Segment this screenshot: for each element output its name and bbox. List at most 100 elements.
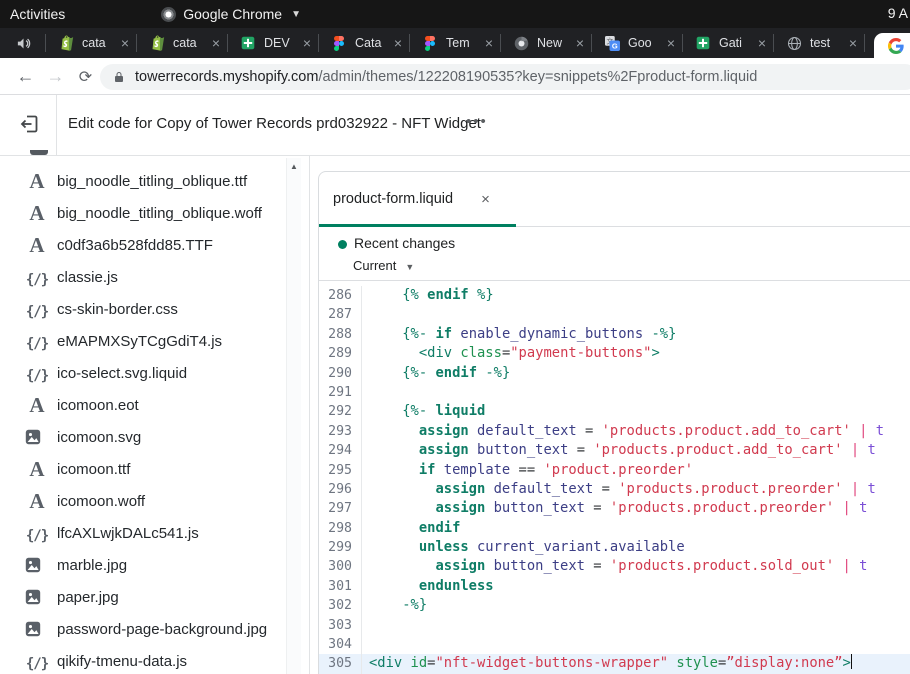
token bbox=[469, 442, 477, 458]
line-content: <div id="nft-widget-buttons-wrapper" sty… bbox=[362, 654, 852, 673]
tab-close-icon[interactable]: × bbox=[667, 35, 675, 51]
token: style bbox=[676, 655, 718, 671]
token bbox=[369, 365, 402, 381]
editor-card: product-form.liquid × Recent changes Cur… bbox=[318, 171, 910, 674]
line-number: 291 bbox=[319, 383, 362, 402]
tab-close-icon[interactable]: × bbox=[758, 35, 766, 51]
token: | bbox=[843, 500, 851, 516]
token bbox=[485, 500, 493, 516]
browser-tab-gati[interactable]: Gati× bbox=[683, 28, 774, 58]
version-dropdown[interactable]: Current▼ bbox=[353, 258, 414, 273]
file-name: icomoon.ttf bbox=[57, 461, 130, 478]
token: -%} bbox=[485, 365, 510, 381]
tab-close-icon[interactable]: × bbox=[121, 35, 129, 51]
tab-title: cata bbox=[82, 36, 117, 50]
token bbox=[867, 423, 875, 439]
screen: { "topbar": { "activities": "Activities"… bbox=[0, 0, 910, 674]
token bbox=[602, 500, 610, 516]
line-content bbox=[362, 635, 369, 654]
lock-icon bbox=[113, 70, 125, 84]
token bbox=[485, 558, 493, 574]
browser-tab-cata[interactable]: cata× bbox=[137, 28, 228, 58]
tab-close-icon[interactable]: × bbox=[576, 35, 584, 51]
url-path: /admin/themes/122208190535?key=snippets%… bbox=[318, 69, 757, 85]
file-item-qikify-tmenu-data.js[interactable]: {/}qikify-tmenu-data.js bbox=[0, 645, 309, 674]
chrome-app-menu[interactable]: Google Chrome ▼ bbox=[161, 6, 301, 22]
browser-tab-test[interactable]: test× bbox=[774, 28, 865, 58]
token bbox=[469, 539, 477, 555]
tab-close-icon[interactable]: × bbox=[849, 35, 857, 51]
more-options-button[interactable]: ••• bbox=[466, 113, 488, 130]
exit-code-editor-button[interactable] bbox=[16, 111, 42, 137]
browser-tab-dev[interactable]: DEV× bbox=[228, 28, 319, 58]
file-item-icomoon.ttf[interactable]: Aicomoon.ttf bbox=[0, 453, 309, 485]
editor-tab-row: product-form.liquid × bbox=[319, 172, 910, 227]
font-file-icon: A bbox=[24, 491, 50, 511]
token: assign bbox=[435, 558, 485, 574]
token: default_text bbox=[477, 423, 577, 439]
file-item-marble.jpg[interactable]: marble.jpg bbox=[0, 549, 309, 581]
token bbox=[369, 597, 402, 613]
file-item-ico-select.svg.liquid[interactable]: {/}ico-select.svg.liquid bbox=[0, 357, 309, 389]
scrollbar-up-arrow[interactable]: ▲ bbox=[290, 162, 298, 171]
token bbox=[369, 539, 419, 555]
editor-tab-label: product-form.liquid bbox=[333, 191, 453, 207]
version-label: Current bbox=[353, 258, 396, 273]
file-item-big_noodle_titling_oblique.woff[interactable]: Abig_noodle_titling_oblique.woff bbox=[0, 197, 309, 229]
token bbox=[369, 578, 419, 594]
editor-tab-product-form[interactable]: product-form.liquid × bbox=[319, 172, 516, 226]
active-browser-tab-partial[interactable] bbox=[874, 33, 910, 58]
figma-icon bbox=[422, 35, 438, 51]
file-item-password-page-background.jpg[interactable]: password-page-background.jpg bbox=[0, 613, 309, 645]
code-line-304: 304 bbox=[319, 635, 910, 654]
token: {% bbox=[402, 287, 419, 303]
sidebar-scrollbar[interactable]: ▲ bbox=[286, 158, 301, 674]
tab-close-icon[interactable]: × bbox=[394, 35, 402, 51]
token bbox=[369, 403, 402, 419]
address-bar[interactable]: towerrecords.myshopify.com/admin/themes/… bbox=[100, 64, 910, 90]
exit-icon bbox=[19, 114, 39, 134]
tab-close-icon[interactable]: × bbox=[485, 35, 493, 51]
browser-tab-cata[interactable]: cata × bbox=[46, 28, 137, 58]
text-cursor bbox=[851, 654, 853, 669]
browser-tab-tem[interactable]: Tem× bbox=[410, 28, 501, 58]
token: 'products.product.preorder' bbox=[610, 500, 834, 516]
token: id bbox=[411, 655, 428, 671]
image-file-icon bbox=[24, 620, 50, 638]
forward-button[interactable]: → bbox=[42, 63, 69, 90]
activities-button[interactable]: Activities bbox=[0, 6, 83, 22]
file-item-cs-skin-border.css[interactable]: {/}cs-skin-border.css bbox=[0, 293, 309, 325]
file-name: c0df3a6b528fdd85.TTF bbox=[57, 237, 213, 254]
code-file-icon: {/} bbox=[24, 363, 50, 384]
line-content: -%} bbox=[362, 596, 427, 615]
file-item-icomoon.eot[interactable]: Aicomoon.eot bbox=[0, 389, 309, 421]
file-item-classie.js[interactable]: {/}classie.js bbox=[0, 261, 309, 293]
file-item-icomoon.woff[interactable]: Aicomoon.woff bbox=[0, 485, 309, 517]
header-divider bbox=[56, 95, 57, 155]
file-name: eMAPMXSyTCgGdiT4.js bbox=[57, 333, 222, 350]
line-content: {% endif %} bbox=[362, 286, 494, 305]
token: assign bbox=[419, 423, 469, 439]
file-item-eMAPMXSyTCgGdiT4.js[interactable]: {/}eMAPMXSyTCgGdiT4.js bbox=[0, 325, 309, 357]
code-editor-panel: product-form.liquid × Recent changes Cur… bbox=[311, 156, 910, 674]
file-item-lfcAXLwjkDALc541.js[interactable]: {/}lfcAXLwjkDALc541.js bbox=[0, 517, 309, 549]
token: if bbox=[435, 326, 452, 342]
reload-button[interactable]: ⟳ bbox=[72, 63, 99, 90]
token bbox=[369, 558, 435, 574]
code-editing-area[interactable]: 286 {% endif %}287288 {%- if enable_dyna… bbox=[319, 281, 910, 674]
tab-close-icon[interactable]: × bbox=[212, 35, 220, 51]
token: "nft-widget-buttons-wrapper" bbox=[435, 655, 668, 671]
file-item-paper.jpg[interactable]: paper.jpg bbox=[0, 581, 309, 613]
browser-tab-goo[interactable]: 文GGoo× bbox=[592, 28, 683, 58]
line-number: 292 bbox=[319, 402, 362, 421]
file-item-big_noodle_titling_oblique.ttf[interactable]: Abig_noodle_titling_oblique.ttf bbox=[0, 165, 309, 197]
file-name: lfcAXLwjkDALc541.js bbox=[57, 525, 199, 542]
editor-tab-close-icon[interactable]: × bbox=[481, 191, 490, 208]
browser-tab-new[interactable]: New× bbox=[501, 28, 592, 58]
url-text: towerrecords.myshopify.com/admin/themes/… bbox=[135, 69, 757, 85]
file-item-icomoon.svg[interactable]: icomoon.svg bbox=[0, 421, 309, 453]
tab-close-icon[interactable]: × bbox=[303, 35, 311, 51]
back-button[interactable]: ← bbox=[12, 63, 39, 90]
file-item-c0df3a6b528fdd85.TTF[interactable]: Ac0df3a6b528fdd85.TTF bbox=[0, 229, 309, 261]
browser-tab-cata[interactable]: Cata× bbox=[319, 28, 410, 58]
